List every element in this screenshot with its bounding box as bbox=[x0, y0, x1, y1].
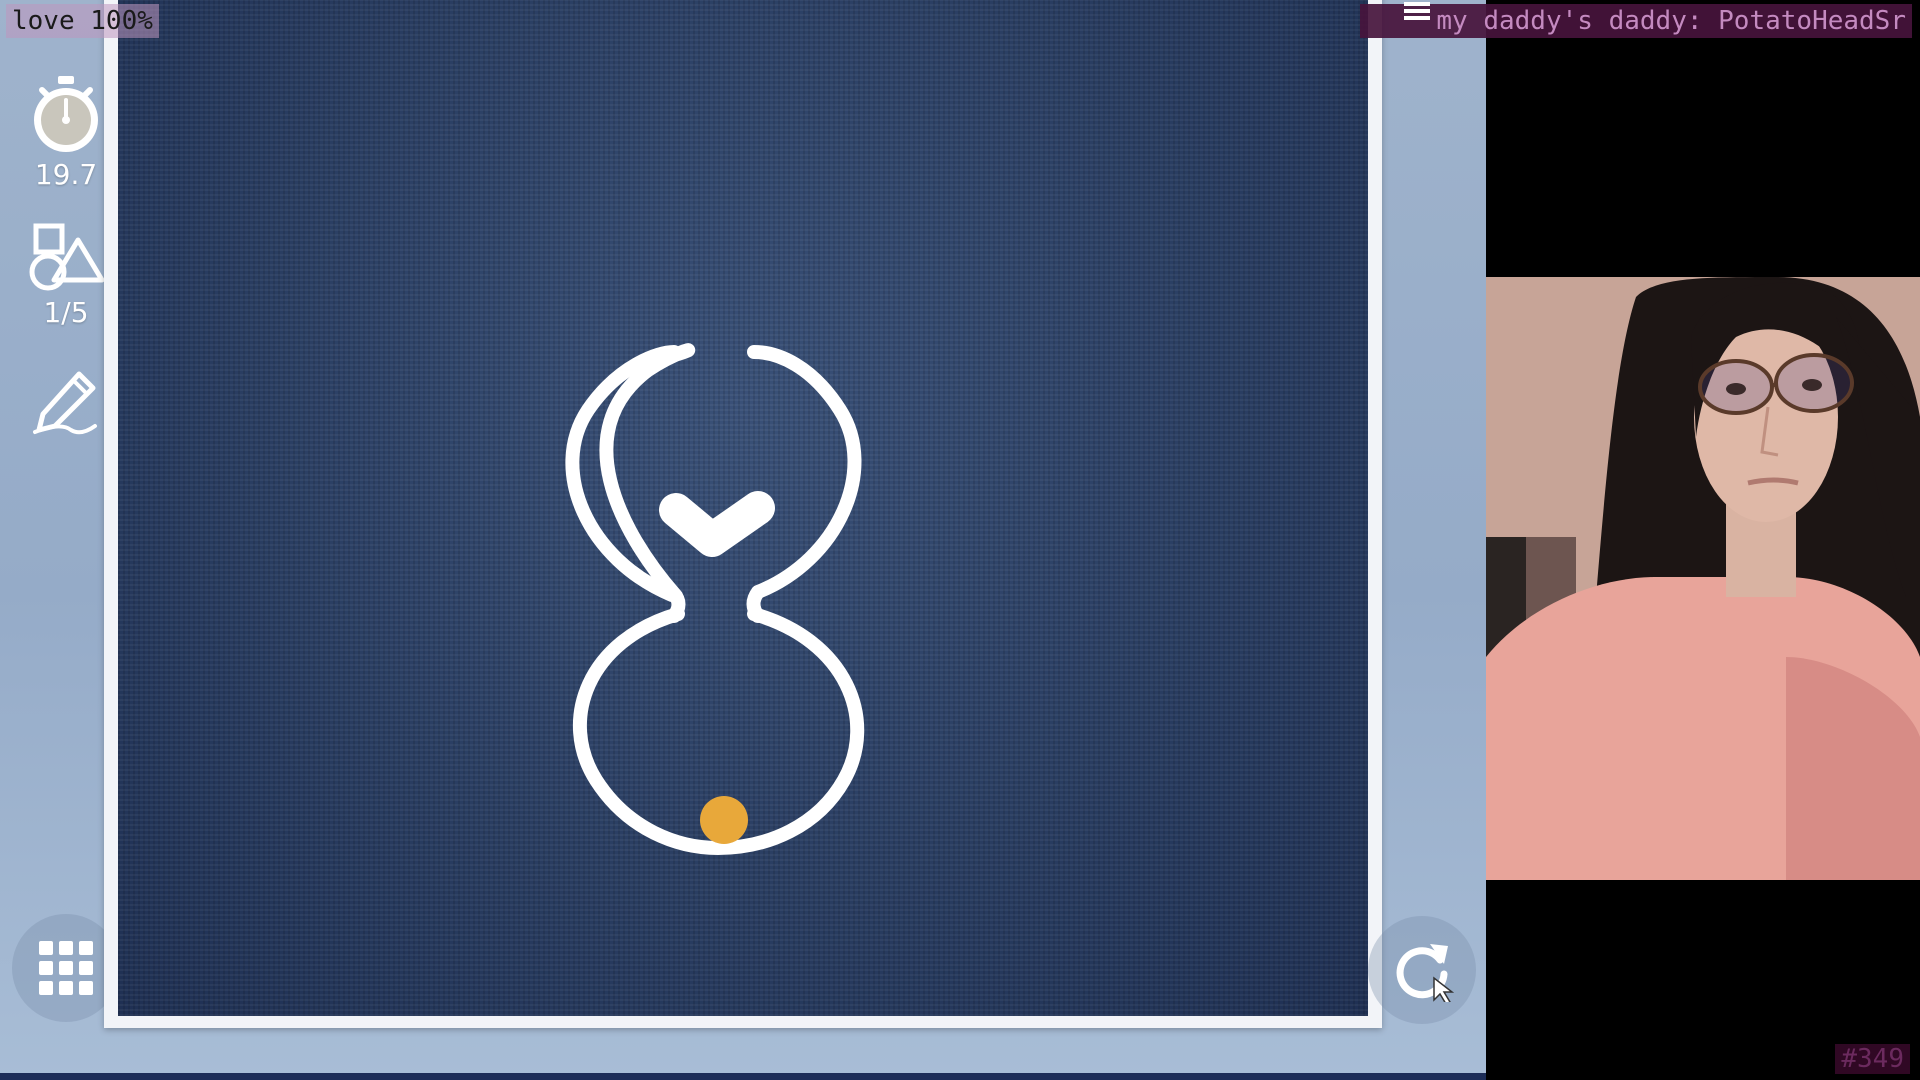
screen: 19.7 1/5 love 100% my daddy's daddy: Pot… bbox=[0, 0, 1920, 1080]
puzzle-shape bbox=[565, 343, 865, 856]
restart-button[interactable] bbox=[1368, 916, 1476, 1024]
stopwatch-icon bbox=[34, 76, 98, 152]
game-area: 19.7 1/5 bbox=[0, 0, 1486, 1080]
shape-line bbox=[746, 585, 765, 623]
overlay-chat-text: my daddy's daddy: PotatoHeadSr bbox=[1360, 4, 1912, 38]
shapes-icon bbox=[29, 223, 105, 291]
grid-menu-icon bbox=[39, 941, 93, 995]
streamer-image bbox=[1486, 277, 1920, 880]
shape-line bbox=[667, 587, 686, 623]
timer-widget: 19.7 bbox=[24, 74, 108, 191]
edit-button[interactable] bbox=[24, 370, 108, 436]
shapes-widget: 1/5 bbox=[24, 222, 108, 329]
webcam-feed bbox=[1486, 277, 1920, 880]
ball bbox=[700, 796, 748, 844]
pencil-icon bbox=[33, 371, 97, 435]
restart-icon bbox=[1396, 944, 1454, 1002]
overlay-counter: #349 bbox=[1835, 1044, 1910, 1074]
shape-line bbox=[747, 345, 862, 599]
game-board[interactable] bbox=[118, 0, 1368, 1016]
overlay-love-text: love 100% bbox=[6, 4, 159, 38]
hamburger-icon[interactable] bbox=[1404, 0, 1430, 22]
timer-value: 19.7 bbox=[34, 158, 98, 191]
overlay-chat-message: my daddy's daddy: PotatoHeadSr bbox=[1436, 6, 1906, 36]
shape-line bbox=[659, 491, 775, 557]
bottom-bar bbox=[0, 1073, 1486, 1080]
shapes-counter: 1/5 bbox=[43, 296, 89, 329]
